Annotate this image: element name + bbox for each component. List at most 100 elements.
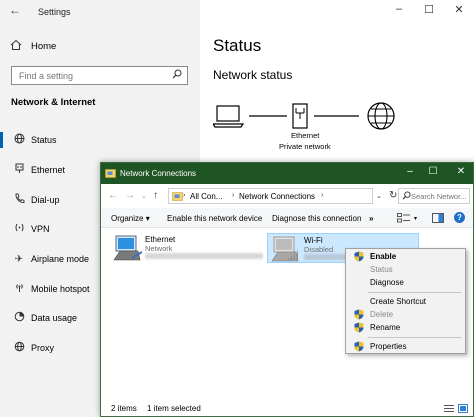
sidebar-item-label: Dial-up <box>31 195 60 205</box>
command-bar: Organize ▾ Enable this network device Di… <box>101 208 473 228</box>
home-nav-item[interactable]: Home <box>10 39 56 53</box>
close-button[interactable]: ✕ <box>444 3 474 19</box>
menu-item-create-shortcut[interactable]: Create Shortcut <box>346 295 465 308</box>
network-adapter-icon <box>113 235 142 261</box>
connection-name: Wi-Fi <box>304 236 323 245</box>
menu-item-label: Diagnose <box>370 278 404 287</box>
sidebar-item-label: Status <box>31 135 57 145</box>
back-arrow-icon[interactable]: ← <box>108 190 118 201</box>
phone-icon <box>11 193 27 207</box>
menu-item-rename[interactable]: Rename <box>346 321 465 334</box>
netconn-title: Network Connections <box>120 169 197 178</box>
organize-label: Organize <box>111 214 144 223</box>
recent-locations-icon[interactable]: ⌄ <box>141 192 147 200</box>
menu-item-status[interactable]: Status <box>346 263 465 276</box>
menu-item-diagnose[interactable]: Diagnose <box>346 276 465 289</box>
breadcrumb-item[interactable]: All Con... <box>190 192 222 201</box>
settings-titlebar: ← Settings – ☐ ✕ <box>0 0 474 24</box>
connection-item-ethernet[interactable]: Ethernet Network <box>109 233 263 263</box>
back-arrow-icon[interactable]: ← <box>9 3 21 17</box>
vpn-icon <box>11 222 27 236</box>
connection-status: Network <box>145 244 173 253</box>
laptop-icon <box>213 105 245 128</box>
preview-pane-icon[interactable] <box>432 213 444 223</box>
uac-shield-icon <box>354 341 364 352</box>
menu-item-delete[interactable]: Delete <box>346 308 465 321</box>
maximize-button[interactable]: ☐ <box>423 166 443 180</box>
sidebar-item-label: VPN <box>31 224 50 234</box>
view-dropdown-icon[interactable]: ▾ <box>414 215 417 222</box>
netconn-search-box[interactable] <box>398 188 470 204</box>
forward-arrow-icon[interactable]: → <box>125 190 135 201</box>
breadcrumb-separator-icon: › <box>183 192 186 199</box>
chevron-down-icon: ▾ <box>145 214 150 223</box>
maximize-button[interactable]: ☐ <box>414 3 444 19</box>
address-bar[interactable]: › All Con... › Network Connections › <box>168 188 373 204</box>
network-folder-icon <box>172 192 183 201</box>
sidebar-item-label: Ethernet <box>31 165 66 175</box>
item-count: 2 items <box>111 404 137 413</box>
settings-search-input[interactable] <box>12 67 162 84</box>
menu-item-enable[interactable]: Enable <box>346 250 465 263</box>
context-menu: Enable Status Diagnose Create Shortcut D… <box>345 248 466 354</box>
menu-item-label: Status <box>370 265 393 274</box>
network-folder-icon <box>105 169 116 178</box>
enable-device-button[interactable]: Enable this network device <box>167 214 262 223</box>
menu-item-label: Create Shortcut <box>370 297 427 306</box>
network-diagram <box>213 102 395 130</box>
more-commands-button[interactable]: » <box>369 214 373 223</box>
minimize-button[interactable]: – <box>384 3 414 19</box>
netconn-search-input[interactable] <box>411 190 469 203</box>
menu-item-properties[interactable]: Properties <box>346 340 465 353</box>
settings-title: Settings <box>38 7 71 17</box>
menu-item-label: Rename <box>370 323 401 332</box>
uac-shield-icon <box>354 322 364 333</box>
sidebar-item-label: Mobile hotspot <box>31 284 90 294</box>
airplane-icon: ✈ <box>14 253 24 265</box>
minimize-button[interactable]: – <box>400 166 420 180</box>
search-icon[interactable] <box>172 69 182 82</box>
view-options-icon[interactable] <box>397 213 411 224</box>
close-button[interactable]: ✕ <box>451 166 471 180</box>
uac-shield-icon <box>354 251 364 262</box>
data-usage-icon <box>11 311 27 325</box>
sidebar-item-label: Proxy <box>31 343 55 353</box>
wifi-adapter-disabled-icon <box>271 236 299 262</box>
internet-globe-icon <box>367 102 395 130</box>
menu-item-label: Properties <box>370 342 407 351</box>
sidebar-item-label: Data usage <box>31 313 78 323</box>
ethernet-icon <box>11 163 27 177</box>
breadcrumb-item[interactable]: Network Connections <box>239 192 315 201</box>
proxy-icon <box>11 341 27 355</box>
globe-icon <box>11 133 27 147</box>
network-status-heading: Network status <box>213 68 293 82</box>
connection-status: Disabled <box>304 245 334 254</box>
refresh-icon[interactable]: ↻ <box>389 190 397 201</box>
address-dropdown-icon[interactable]: ⌄ <box>376 192 382 200</box>
netconn-titlebar[interactable]: Network Connections – ☐ ✕ <box>101 163 473 184</box>
diagnose-button[interactable]: Diagnose this connection <box>272 214 361 223</box>
section-header: Network & Internet <box>11 97 96 108</box>
large-icons-view-icon[interactable] <box>458 404 468 413</box>
ethernet-port-icon <box>292 103 308 129</box>
uac-shield-icon <box>354 309 364 320</box>
page-title: Status <box>213 36 262 55</box>
breadcrumb-separator-icon: › <box>321 192 324 199</box>
breadcrumb-separator-icon: › <box>232 192 235 199</box>
up-arrow-icon[interactable]: ↑ <box>153 190 158 201</box>
help-icon[interactable]: ? <box>454 212 465 223</box>
connection-name: Ethernet <box>291 131 320 140</box>
details-view-icon[interactable] <box>444 404 454 413</box>
sidebar-item-status[interactable]: Status <box>0 129 200 151</box>
status-bar: 2 items 1 item selected <box>101 401 473 416</box>
menu-item-label: Enable <box>370 252 397 261</box>
settings-search-box[interactable] <box>11 66 188 85</box>
address-row: ← → ⌄ ↑ › All Con... › Network Connectio… <box>101 184 473 208</box>
search-icon <box>402 191 411 202</box>
menu-item-label: Delete <box>370 310 394 319</box>
home-label: Home <box>31 40 57 52</box>
menu-separator <box>368 337 462 338</box>
organize-button[interactable]: Organize ▾ <box>111 214 150 223</box>
menu-separator <box>368 292 462 293</box>
adapter-name-blurred <box>145 253 263 259</box>
